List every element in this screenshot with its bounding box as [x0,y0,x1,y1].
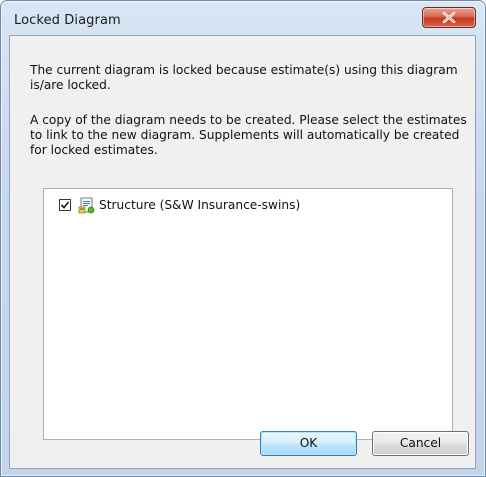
title-bar[interactable]: Locked Diagram [1,1,485,37]
estimate-checkbox[interactable] [59,199,71,211]
instruction-message: A copy of the diagram needs to be create… [30,113,467,157]
estimate-label: Structure (S&W Insurance-swins) [99,198,301,212]
ok-button[interactable]: OK [260,431,357,456]
cancel-button[interactable]: Cancel [372,431,469,456]
estimate-doc-icon [78,197,95,214]
estimates-list[interactable]: Structure (S&W Insurance-swins) [43,188,453,440]
close-button[interactable] [422,7,476,28]
locked-diagram-dialog: Locked Diagram The current diagram is lo… [0,0,486,477]
dialog-title: Locked Diagram [14,13,121,28]
locked-message: The current diagram is locked because es… [30,63,458,92]
checkmark-icon [60,201,70,209]
close-icon [442,12,456,23]
dialog-body: The current diagram is locked because es… [9,35,476,469]
